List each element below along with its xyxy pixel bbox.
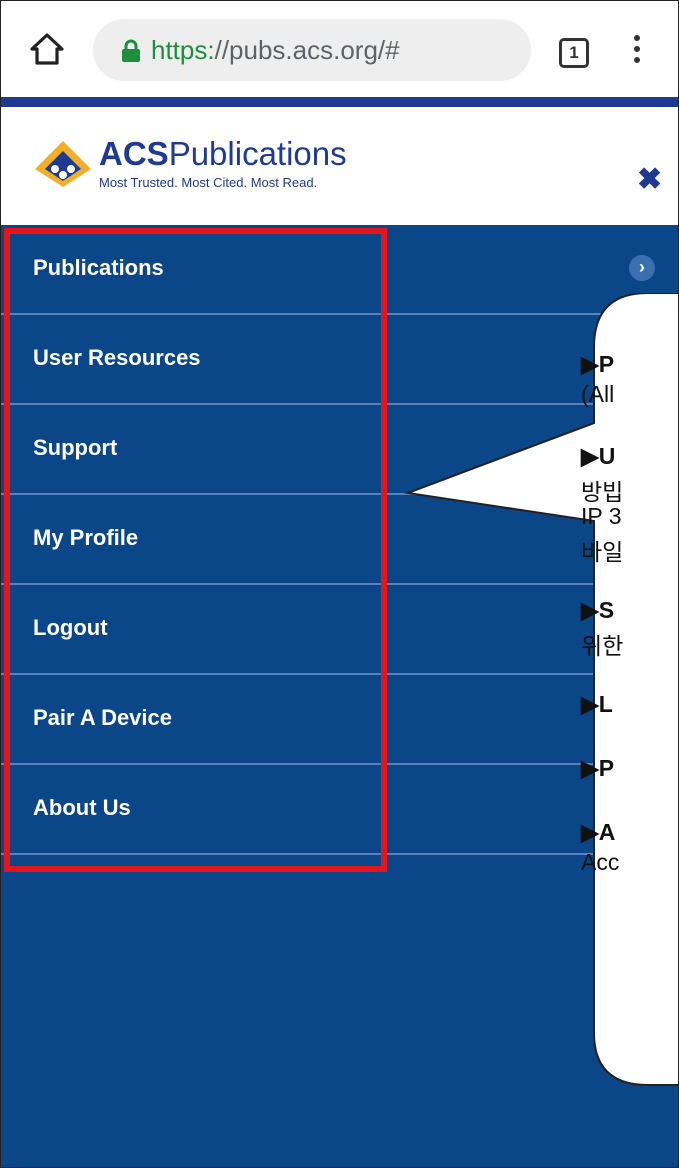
menu-item-label: Logout xyxy=(33,615,108,640)
menu-item-about-us[interactable]: About Us xyxy=(1,765,678,855)
callout-line: ▶A xyxy=(581,819,616,845)
site-header: ACSPublications Most Trusted. Most Cited… xyxy=(1,107,678,225)
more-menu-icon[interactable] xyxy=(633,35,641,67)
home-icon[interactable] xyxy=(29,31,65,67)
brand-tagline: Most Trusted. Most Cited. Most Read. xyxy=(99,175,318,190)
url-scheme: https: xyxy=(151,35,215,65)
menu-item-publications[interactable]: Publications › xyxy=(1,225,678,315)
browser-toolbar: https://pubs.acs.org/# 1 xyxy=(1,1,678,97)
lock-icon xyxy=(122,39,140,62)
header-accent-bar xyxy=(1,97,678,107)
callout-line: (All xyxy=(581,381,615,407)
brand-bold: ACS xyxy=(99,135,169,172)
menu-panel: Publications › User Resources Support My… xyxy=(1,225,678,1167)
menu-item-label: My Profile xyxy=(33,525,139,550)
menu-item-user-resources[interactable]: User Resources xyxy=(1,315,678,405)
menu-item-label: Publications xyxy=(33,255,164,280)
callout-line: ▶P xyxy=(581,351,615,377)
menu-item-support[interactable]: Support xyxy=(1,405,678,495)
callout-line: ▶U xyxy=(581,443,616,469)
address-bar[interactable]: https://pubs.acs.org/# xyxy=(93,19,531,81)
callout-line: ▶P xyxy=(581,755,615,781)
callout-line: ▶S xyxy=(581,597,615,623)
chevron-right-icon[interactable]: › xyxy=(629,255,655,281)
phone-screen: https://pubs.acs.org/# 1 ACSPublications… xyxy=(0,0,679,1168)
callout-line: 바일 xyxy=(581,539,624,565)
menu-item-label: User Resources xyxy=(33,345,201,370)
menu-item-label: About Us xyxy=(33,795,131,820)
menu-item-label: Support xyxy=(33,435,118,460)
nav-menu: Publications › User Resources Support My… xyxy=(1,225,678,855)
brand-light: Publications xyxy=(168,135,347,172)
close-menu-icon[interactable]: ✖ xyxy=(637,165,662,195)
url-path: //pubs.acs.org/# xyxy=(214,35,400,65)
tab-switcher-button[interactable]: 1 xyxy=(559,38,589,68)
callout-line: Acc xyxy=(581,849,620,875)
menu-item-label: Pair A Device xyxy=(33,705,173,730)
menu-item-pair-a-device[interactable]: Pair A Device xyxy=(1,675,678,765)
callout-line: ▶L xyxy=(581,691,613,717)
menu-item-logout[interactable]: Logout xyxy=(1,585,678,675)
url-text: https://pubs.acs.org/# xyxy=(151,36,400,64)
brand-name[interactable]: ACSPublications xyxy=(99,137,347,171)
callout-line: IP 3 xyxy=(581,503,622,529)
callout-line: 위한 xyxy=(581,633,624,659)
acs-logo-icon[interactable] xyxy=(31,139,95,189)
menu-item-my-profile[interactable]: My Profile xyxy=(1,495,678,585)
callout-line: 방빕 xyxy=(581,479,624,505)
feedback-tab[interactable] xyxy=(613,1011,678,1043)
